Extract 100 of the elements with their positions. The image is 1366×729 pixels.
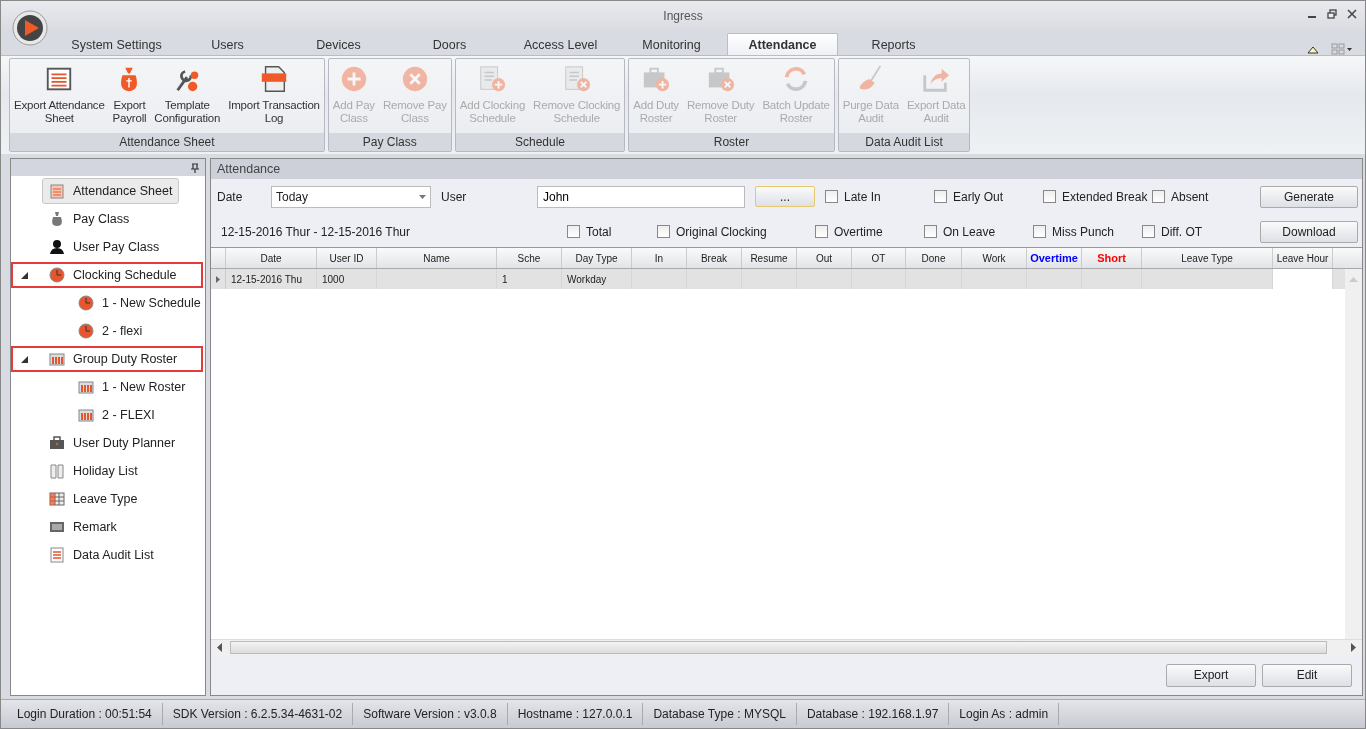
ribbon-tab[interactable]: Access Level — [505, 33, 616, 55]
clipboard-icon — [49, 183, 65, 199]
nav-item[interactable]: 1 - New Schedule — [71, 290, 208, 316]
group-title: Roster — [629, 133, 834, 151]
ribbon-button[interactable]: Template Configuration — [150, 59, 225, 125]
user-field[interactable]: John — [537, 185, 745, 208]
sandals-icon — [49, 463, 65, 479]
column-header[interactable]: Leave Hour — [1273, 248, 1333, 268]
ribbon-tab[interactable]: Reports — [838, 33, 949, 55]
column-header[interactable]: Work — [962, 248, 1027, 268]
column-header[interactable]: User ID — [317, 248, 377, 268]
document-add-icon — [477, 64, 508, 94]
nav-item[interactable]: Leave Type — [42, 486, 145, 512]
filter-checkbox[interactable]: Original Clocking — [657, 224, 815, 239]
column-header[interactable]: Name — [377, 248, 497, 268]
nav-item[interactable]: Group Duty Roster — [42, 346, 185, 372]
expander-icon[interactable] — [21, 271, 28, 279]
pin-icon[interactable] — [191, 162, 199, 173]
roster-icon — [78, 407, 94, 423]
filter-checkbox[interactable]: Miss Punch — [1033, 224, 1142, 239]
bag-icon — [49, 211, 65, 227]
ribbon-tab[interactable]: Doors — [394, 33, 505, 55]
date-range: 12-15-2016 Thur - 12-15-2016 Thur — [221, 224, 410, 239]
generate-button[interactable]: Generate — [1260, 185, 1358, 208]
status-item: Database Type : MYSQL — [643, 703, 797, 725]
nav-item[interactable]: 2 - FLEXI — [71, 402, 162, 428]
column-header[interactable]: Date — [226, 248, 317, 268]
filter-checkbox[interactable]: Early Out — [934, 189, 1043, 204]
browse-button[interactable]: ... — [755, 186, 815, 207]
close-icon[interactable] — [1347, 9, 1357, 19]
row-indicator-icon — [216, 275, 220, 283]
clock-icon — [49, 267, 65, 283]
case-icon — [49, 435, 65, 451]
restore-icon[interactable] — [1327, 9, 1337, 19]
date-dropdown[interactable]: Today — [271, 185, 431, 208]
window-title: Ingress — [663, 9, 703, 23]
nav-item[interactable]: Data Audit List — [42, 542, 161, 568]
group-title: Schedule — [455, 133, 625, 151]
download-button[interactable]: Download — [1260, 220, 1358, 243]
remark-icon — [49, 519, 65, 535]
status-item: Hostname : 127.0.0.1 — [507, 703, 644, 725]
ribbon-tab[interactable]: Attendance — [727, 33, 838, 55]
vertical-scrollbar[interactable] — [1345, 269, 1362, 639]
column-header[interactable]: Done — [906, 248, 962, 268]
ribbon-tab[interactable]: System Settings — [61, 33, 172, 55]
nav-item[interactable]: 1 - New Roster — [71, 374, 193, 400]
nav-item[interactable]: Attendance Sheet — [42, 178, 180, 204]
column-header[interactable]: Sche — [497, 248, 562, 268]
column-header[interactable]: Leave Type — [1142, 248, 1273, 268]
filter-checkbox[interactable]: Total — [567, 224, 657, 239]
table-cell: Workday — [567, 273, 607, 285]
user-label: User — [441, 189, 468, 204]
group-title: Data Audit List — [838, 133, 970, 151]
filter-checkbox[interactable]: Absent — [1152, 189, 1260, 204]
group-title: Attendance Sheet — [10, 133, 324, 151]
nav-item[interactable]: Clocking Schedule — [42, 262, 184, 288]
list-icon — [49, 547, 65, 563]
status-item: Software Version : v3.0.8 — [353, 703, 508, 725]
ribbon-button[interactable]: Import Transaction Log — [224, 59, 324, 125]
date-label: Date — [217, 189, 244, 204]
filter-checkbox[interactable]: Late In — [825, 189, 934, 204]
nav-item[interactable]: User Duty Planner — [42, 430, 183, 456]
filter-checkbox[interactable]: Overtime — [815, 224, 924, 239]
column-header[interactable]: Out — [797, 248, 852, 268]
scroll-left-icon[interactable] — [217, 643, 222, 652]
table-cell: 1000 — [322, 273, 345, 285]
nav-item[interactable]: Remark — [42, 514, 124, 540]
status-item: Database : 192.168.1.97 — [796, 703, 950, 725]
status-item: SDK Version : 6.2.5.34-4631-02 — [162, 703, 354, 725]
app-menu-icon[interactable] — [12, 10, 48, 46]
nav-item[interactable]: Pay Class — [42, 206, 137, 232]
status-item: Login As : admin — [949, 703, 1060, 725]
ribbon-tab[interactable]: Devices — [283, 33, 394, 55]
column-header[interactable]: Overtime — [1027, 248, 1082, 268]
filter-checkbox[interactable]: On Leave — [924, 224, 1033, 239]
ribbon-button[interactable]: Export Attendance Sheet — [10, 59, 109, 125]
export-button[interactable]: Export — [1166, 663, 1256, 687]
column-header[interactable]: In — [632, 248, 687, 268]
filter-checkbox[interactable]: Extended Break — [1043, 189, 1152, 204]
clock-icon — [78, 323, 94, 339]
roster-icon — [49, 351, 65, 367]
nav-item[interactable]: 2 - flexi — [71, 318, 150, 344]
ribbon-button[interactable]: Export Payroll — [108, 59, 151, 125]
grid-icon — [49, 491, 65, 507]
column-header[interactable]: Day Type — [562, 248, 632, 268]
ribbon-tab[interactable]: Monitoring — [616, 33, 727, 55]
ribbon-tab[interactable]: Users — [172, 33, 283, 55]
status-item: Login Duration : 00:51:54 — [7, 703, 163, 725]
filter-checkbox[interactable]: Diff. OT — [1142, 224, 1250, 239]
horizontal-scrollbar[interactable] — [211, 639, 1362, 655]
column-header[interactable]: Break — [687, 248, 742, 268]
nav-item[interactable]: Holiday List — [42, 458, 145, 484]
edit-button[interactable]: Edit — [1262, 663, 1352, 687]
column-header[interactable]: Resume — [742, 248, 797, 268]
layout-icon[interactable] — [1331, 43, 1353, 55]
scroll-right-icon[interactable] — [1351, 643, 1356, 652]
nav-item[interactable]: User Pay Class — [42, 234, 167, 260]
table-row[interactable]: 12-15-2016 Thu 1000 1 Workday — [211, 269, 1345, 289]
column-header[interactable]: OT — [852, 248, 906, 268]
expander-icon[interactable] — [21, 355, 28, 363]
